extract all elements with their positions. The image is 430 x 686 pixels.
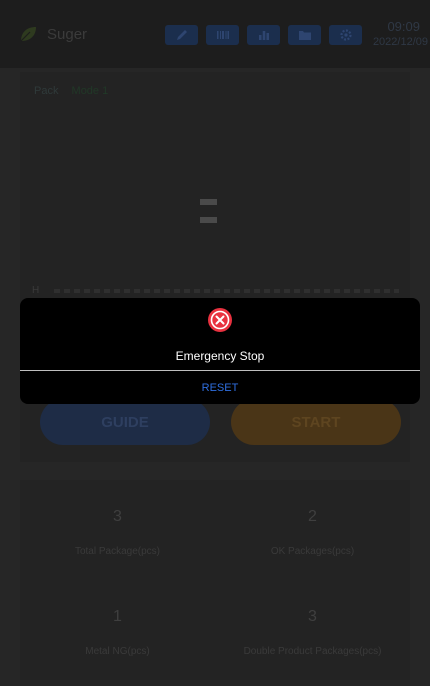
emergency-stop-dialog: Emergency Stop RESET xyxy=(20,298,420,404)
dialog-message: Emergency Stop xyxy=(175,349,265,363)
app-screen: Suger 09:09 2022/12/09 Pack Mode 1 H GUI… xyxy=(0,0,430,686)
error-x-icon xyxy=(208,308,232,332)
reset-button[interactable]: RESET xyxy=(20,371,420,404)
